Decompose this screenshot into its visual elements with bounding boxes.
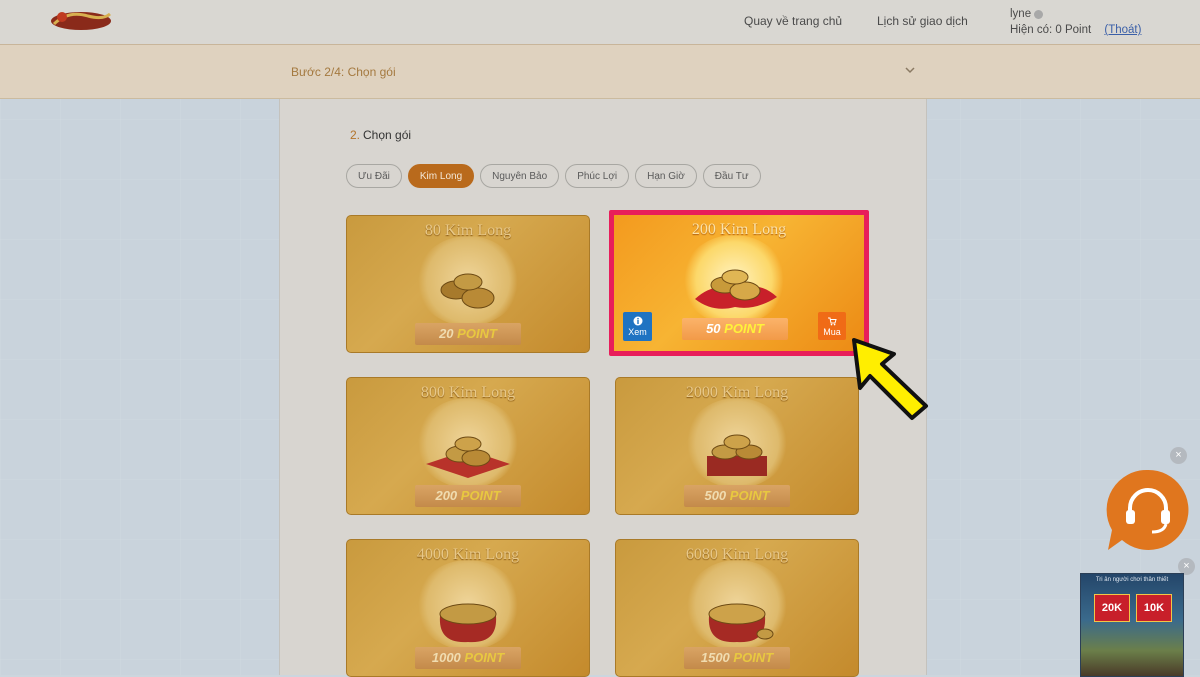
nav-home-link[interactable]: Quay về trang chủ [744,14,842,28]
view-label: Xem [628,327,647,337]
tab-dau-tu[interactable]: Đầu Tư [702,164,761,188]
support-close-icon[interactable]: × [1170,447,1187,464]
package-title: 200 Kim Long [691,221,787,238]
promo-title: Tri ân người chơi thân thiết [1095,577,1169,583]
user-box: lyne Hiện có: 0 Point (Thoát) [1010,6,1141,38]
gold-coin-bag-icon [708,603,774,643]
package-title: 4000 Kim Long [416,546,520,563]
section-title: 2. Chọn gói [350,128,411,142]
package-price: 1000 POINT [415,647,521,669]
buy-button[interactable]: Mua [818,312,846,340]
package-price: 500 POINT [684,485,790,507]
info-icon [633,316,642,326]
package-card-200-selected[interactable]: 200 Kim Long 50 POINT Xem Mua [609,210,869,356]
price-amount: 1000 [431,650,461,665]
package-card-4000[interactable]: 4000 Kim Long 1000 POINT [346,539,590,677]
package-card-800[interactable]: 800 Kim Long 200 POINT [346,377,590,515]
nav-history-link[interactable]: Lịch sử giao dịch [877,14,968,28]
view-button[interactable]: Xem [623,312,652,341]
point-balance: Hiện có: 0 Point [1010,24,1092,36]
buy-label: Mua [823,327,841,337]
gold-coins-on-cloth-icon [695,269,777,309]
user-status-icon [1034,9,1044,19]
package-title: 2000 Kim Long [685,384,789,401]
step-label: Bước 2/4: Chọn gói [291,65,396,79]
game-logo[interactable] [48,6,114,34]
price-amount: 1500 [700,650,730,665]
package-title: 6080 Kim Long [685,546,789,563]
price-amount: 500 [704,488,727,503]
price-amount: 200 [435,488,458,503]
promo-badge-10k: 10K [1136,594,1172,622]
price-amount: 20 [439,326,454,341]
section-number: 2. [350,128,361,142]
section-title-text: Chọn gói [363,128,412,142]
gold-coins-icon [440,273,495,309]
tab-uu-dai[interactable]: Ưu Đãi [346,164,402,188]
gold-coins-chest-icon [707,434,767,476]
package-price: 50 POINT [682,318,788,340]
price-unit: POINT [464,650,505,665]
price-unit: POINT [460,488,501,503]
price-unit: POINT [733,650,774,665]
tab-nguyen-bao[interactable]: Nguyên Bảo [480,164,560,188]
package-title: 800 Kim Long [420,384,516,401]
category-tabs: Ưu Đãi Kim Long Nguyên Bảo Phúc Lợi Hạn … [346,164,761,188]
price-unit: POINT [457,326,497,341]
promo-banner[interactable]: Tri ân người chơi thân thiết 20K 10K [1080,573,1184,677]
promo-badge-20k: 20K [1094,594,1130,622]
top-header: Quay về trang chủ Lịch sử giao dịch lyne… [0,0,1200,45]
pointer-arrow-icon [852,338,928,420]
gold-coins-tray-icon [426,436,510,478]
user-name: lyne [1010,8,1032,20]
price-unit: POINT [729,488,770,503]
package-card-6080[interactable]: 6080 Kim Long 1500 POINT [615,539,859,677]
headset-support-icon[interactable] [1106,468,1190,552]
gold-coin-bag-icon [439,603,497,643]
cart-icon [828,317,837,326]
package-price: 1500 POINT [684,647,790,669]
tab-phuc-loi[interactable]: Phúc Lợi [565,164,630,188]
step-bar[interactable]: Bước 2/4: Chọn gói [0,45,1200,99]
package-title: 80 Kim Long [424,222,512,239]
tab-han-gio[interactable]: Hạn Giờ [635,164,697,188]
package-price: 200 POINT [415,485,521,507]
package-price: 20 POINT [415,323,521,345]
tab-kim-long[interactable]: Kim Long [407,164,475,188]
price-unit: POINT [724,321,764,336]
package-card-80[interactable]: 80 Kim Long 20 POINT [346,215,590,353]
chevron-down-icon[interactable] [903,63,917,77]
package-card-2000[interactable]: 2000 Kim Long 500 POINT [615,377,859,515]
price-amount: 50 [706,321,721,336]
logout-link[interactable]: (Thoát) [1104,24,1141,36]
